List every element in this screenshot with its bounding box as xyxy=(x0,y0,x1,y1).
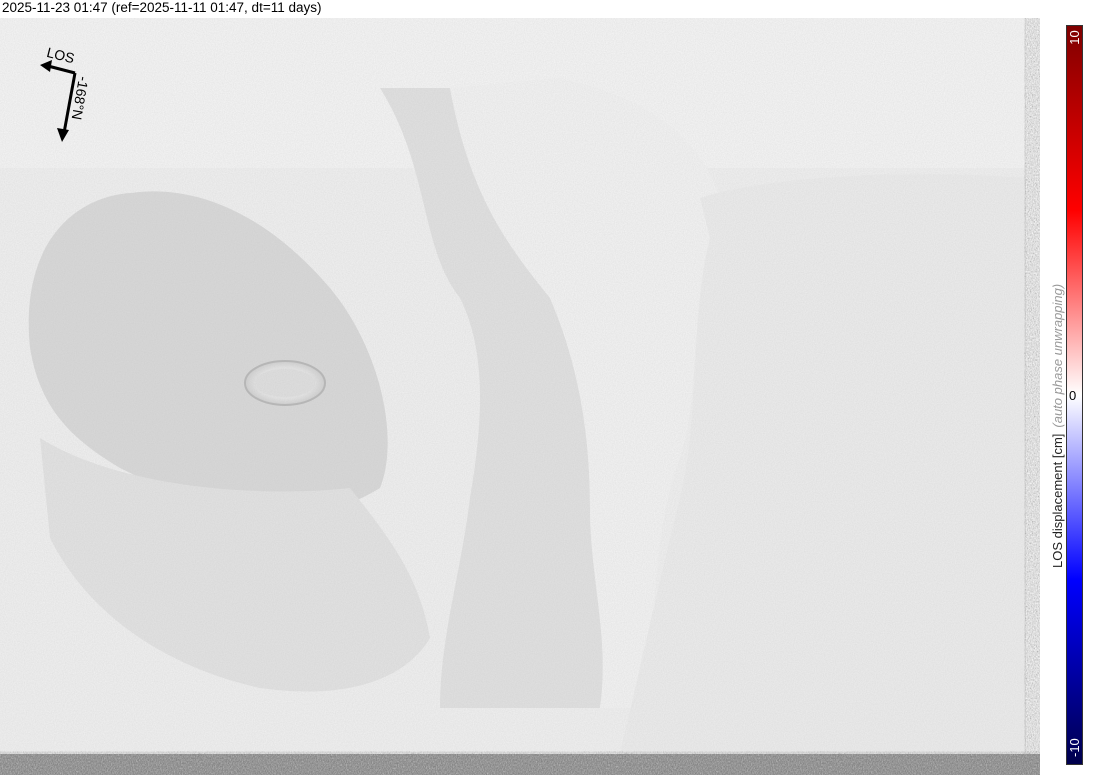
colorbar-title: LOS displacement [cm] xyxy=(1050,433,1065,568)
image-title: 2025-11-23 01:47 (ref=2025-11-11 01:47, … xyxy=(2,0,322,15)
noisy-edge-stripe xyxy=(1026,18,1040,754)
colorbar-max-label: 10 xyxy=(1067,30,1082,45)
displacement-map xyxy=(0,18,1040,775)
colorbar-label: LOS displacement [cm] (auto phase unwrapp… xyxy=(1050,284,1065,568)
colorbar-note: (auto phase unwrapping) xyxy=(1050,283,1065,428)
colorbar-min-label: -10 xyxy=(1067,738,1082,757)
colorbar-zero-label: 0 xyxy=(1069,388,1077,403)
